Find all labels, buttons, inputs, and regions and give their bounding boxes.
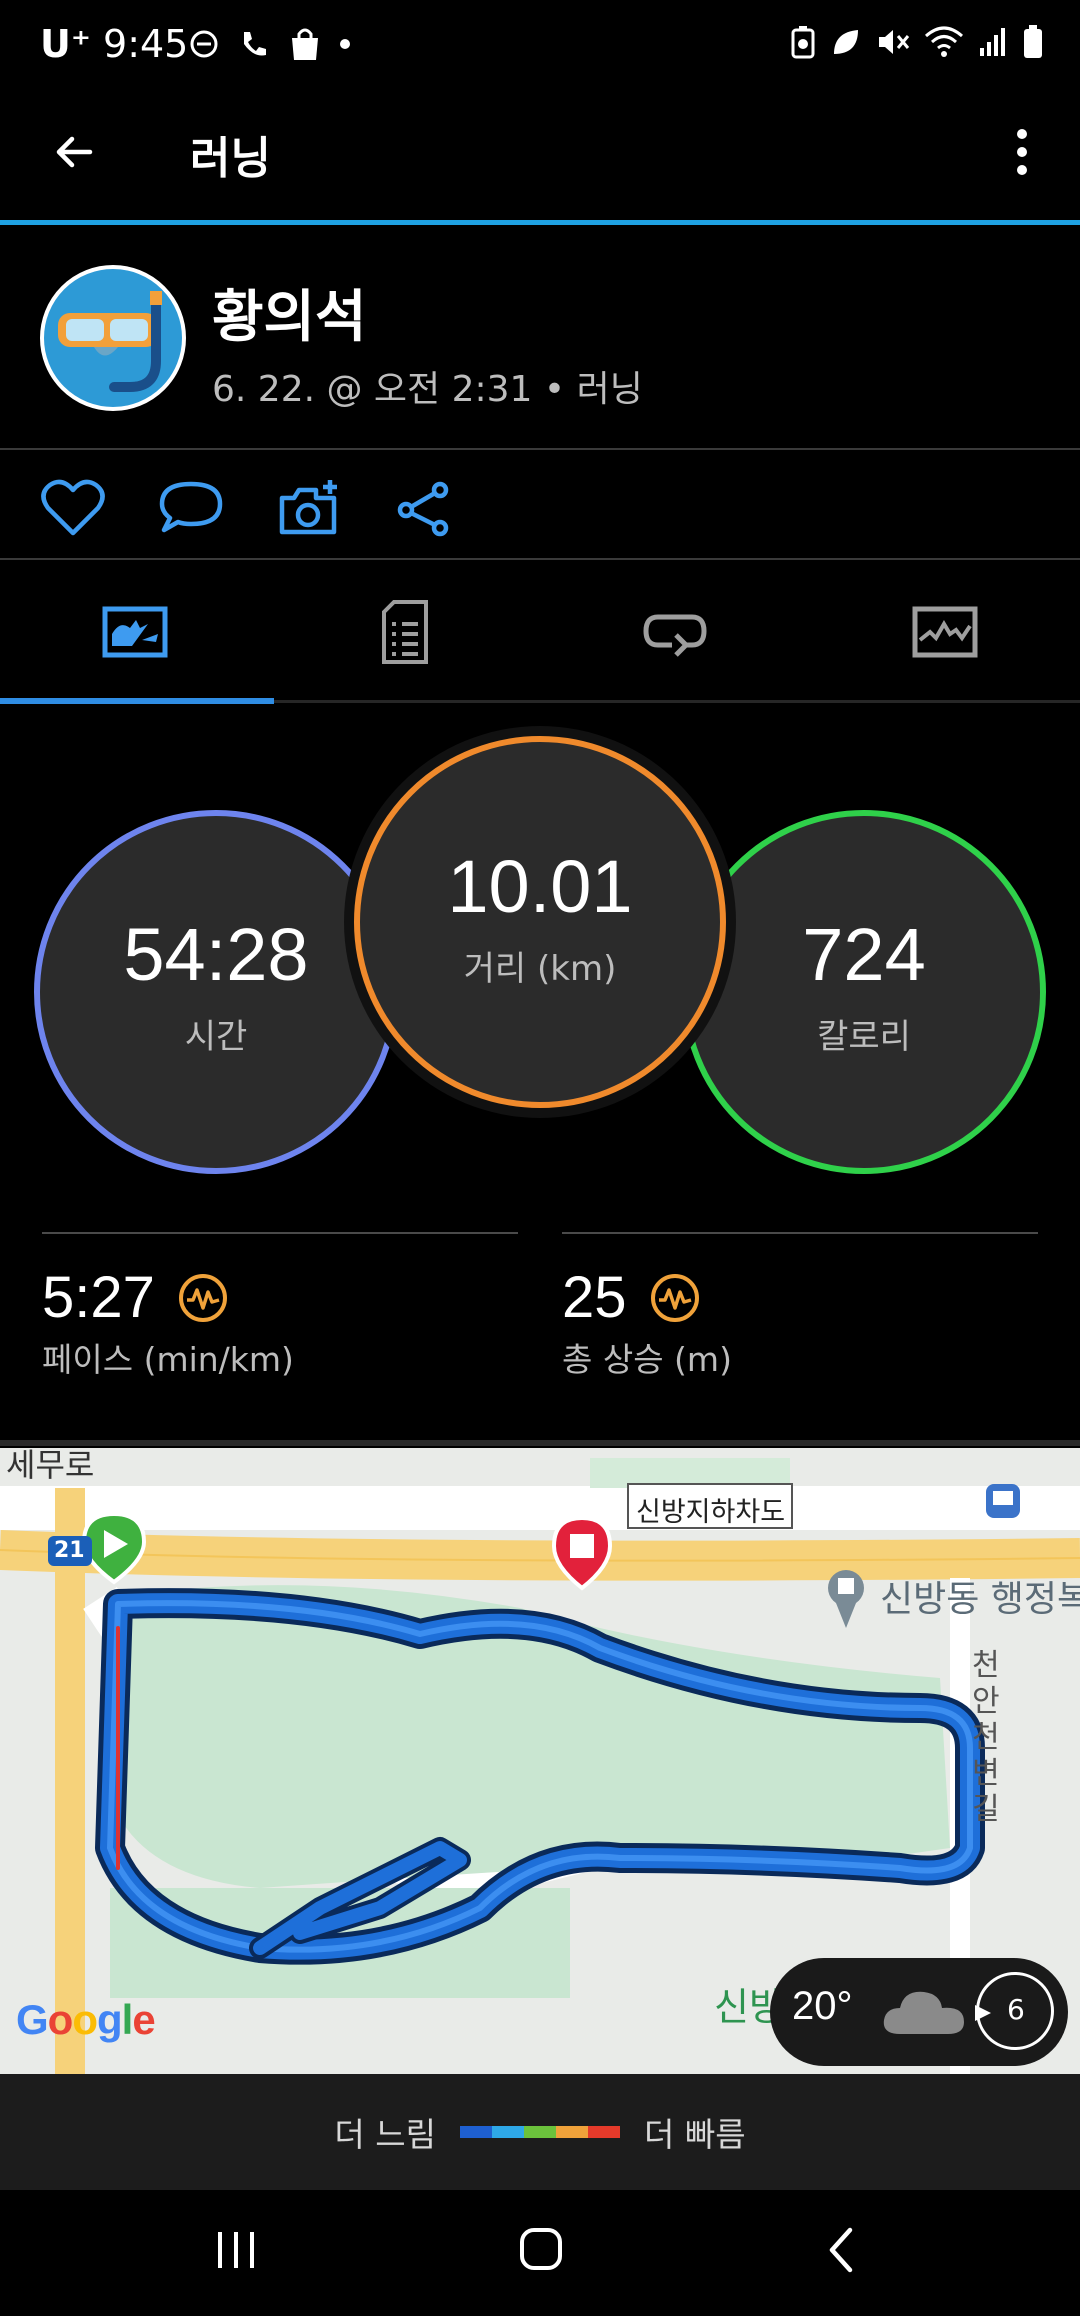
- route-number: 21: [54, 1538, 85, 1563]
- more-vert-icon[interactable]: [1000, 124, 1044, 180]
- mute-icon: [879, 30, 910, 54]
- divider: [42, 1232, 518, 1234]
- arrow-left-icon[interactable]: [50, 128, 98, 176]
- wifi-icon: [925, 26, 963, 57]
- calories-value: 724: [802, 913, 926, 996]
- profile-name[interactable]: 황의석: [212, 272, 367, 353]
- pace-legend: 더 느림 더 빠름: [0, 2074, 1080, 2190]
- wifi-call-icon: [244, 32, 266, 56]
- status-time: U⁺ 9:45: [40, 22, 188, 66]
- heart-icon[interactable]: [40, 478, 106, 538]
- legend-fast: 더 빠름: [644, 2115, 746, 2154]
- elevation-value: 25: [562, 1265, 627, 1330]
- wind-speed: 6: [1007, 1993, 1025, 2026]
- time-value: 54:28: [123, 913, 309, 996]
- clock: 9:45: [103, 22, 189, 66]
- tab-overview[interactable]: [0, 562, 270, 702]
- shopping-bag-icon: [292, 28, 318, 60]
- tab-bar: [0, 562, 1080, 702]
- snorkel-mask-icon: [58, 291, 162, 392]
- wind-indicator: 6: [975, 1972, 1054, 2050]
- action-bar: [40, 478, 454, 538]
- tab-laps[interactable]: [540, 562, 810, 702]
- eco-icon: [834, 30, 858, 54]
- tab-details[interactable]: [270, 562, 540, 702]
- divider: [0, 448, 1080, 450]
- wind-arrow-icon: [975, 2005, 991, 2021]
- google-logo: Google: [16, 1996, 156, 2043]
- chart-wave-icon[interactable]: [649, 1272, 701, 1324]
- divider: [0, 1440, 1080, 1446]
- underpass-label: 신방지하차도: [636, 1497, 786, 1528]
- overview-icon: [102, 606, 168, 658]
- battery-icon: [1024, 25, 1042, 58]
- details-icon: [382, 600, 428, 664]
- distance-label: 거리 (km): [463, 949, 617, 989]
- temperature: 20°: [792, 1984, 853, 2028]
- divider: [562, 1232, 1038, 1234]
- pace-value: 5:27: [42, 1265, 155, 1330]
- time-circle: 54:28 시간: [34, 810, 398, 1174]
- elevation-stat: 25 총 상승 (m): [562, 1264, 732, 1381]
- cloud-icon: [883, 1991, 964, 2034]
- system-nav-bar: [0, 2190, 1080, 2316]
- legend-slow: 더 느림: [334, 2115, 436, 2154]
- status-bar: U⁺ 9:45: [0, 0, 1080, 96]
- distance-value: 10.01: [447, 845, 633, 928]
- comment-icon[interactable]: [158, 478, 224, 538]
- app-bar: 러닝: [0, 96, 1080, 220]
- pace-label: 페이스 (min/km): [42, 1340, 294, 1379]
- tab-active-indicator: [0, 698, 274, 704]
- share-icon[interactable]: [394, 478, 454, 538]
- dot-icon: [340, 39, 350, 49]
- road-label: 세무로: [6, 1448, 95, 1484]
- charts-icon: [912, 606, 978, 658]
- signal-icon: [980, 28, 1005, 56]
- dnd-icon: [190, 30, 218, 58]
- status-right-icons: [790, 24, 1044, 60]
- calories-label: 칼로리: [817, 1017, 911, 1057]
- chart-wave-icon[interactable]: [177, 1272, 229, 1324]
- tab-charts[interactable]: [810, 562, 1080, 702]
- calories-circle: 724 칼로리: [682, 810, 1046, 1174]
- carrier-label: U⁺: [40, 22, 91, 66]
- status-left-icons: [188, 26, 352, 62]
- pace-gradient-bar: [460, 2126, 620, 2138]
- avatar[interactable]: [40, 265, 186, 411]
- battery-saver-icon: [791, 26, 815, 59]
- pace-stat: 5:27 페이스 (min/km): [42, 1264, 294, 1381]
- office-label: 신방동 행정복: [880, 1579, 1080, 1620]
- elevation-label: 총 상승 (m): [562, 1340, 732, 1379]
- recents-icon[interactable]: [214, 2230, 258, 2270]
- time-label: 시간: [184, 1017, 248, 1057]
- camera-add-icon[interactable]: [276, 478, 342, 538]
- page-title: 러닝: [190, 133, 271, 184]
- back-icon[interactable]: [826, 2226, 856, 2274]
- accent-divider: [0, 220, 1080, 225]
- divider: [0, 558, 1080, 560]
- home-icon[interactable]: [518, 2226, 564, 2272]
- laps-icon: [643, 614, 707, 657]
- distance-circle: 10.01 거리 (km): [354, 736, 726, 1108]
- activity-meta: 6. 22. @ 오전 2:31 • 러닝: [212, 369, 643, 410]
- weather-widget[interactable]: 20° 6: [770, 1958, 1068, 2066]
- stream-road-label: 천안천변길: [972, 1648, 1000, 1827]
